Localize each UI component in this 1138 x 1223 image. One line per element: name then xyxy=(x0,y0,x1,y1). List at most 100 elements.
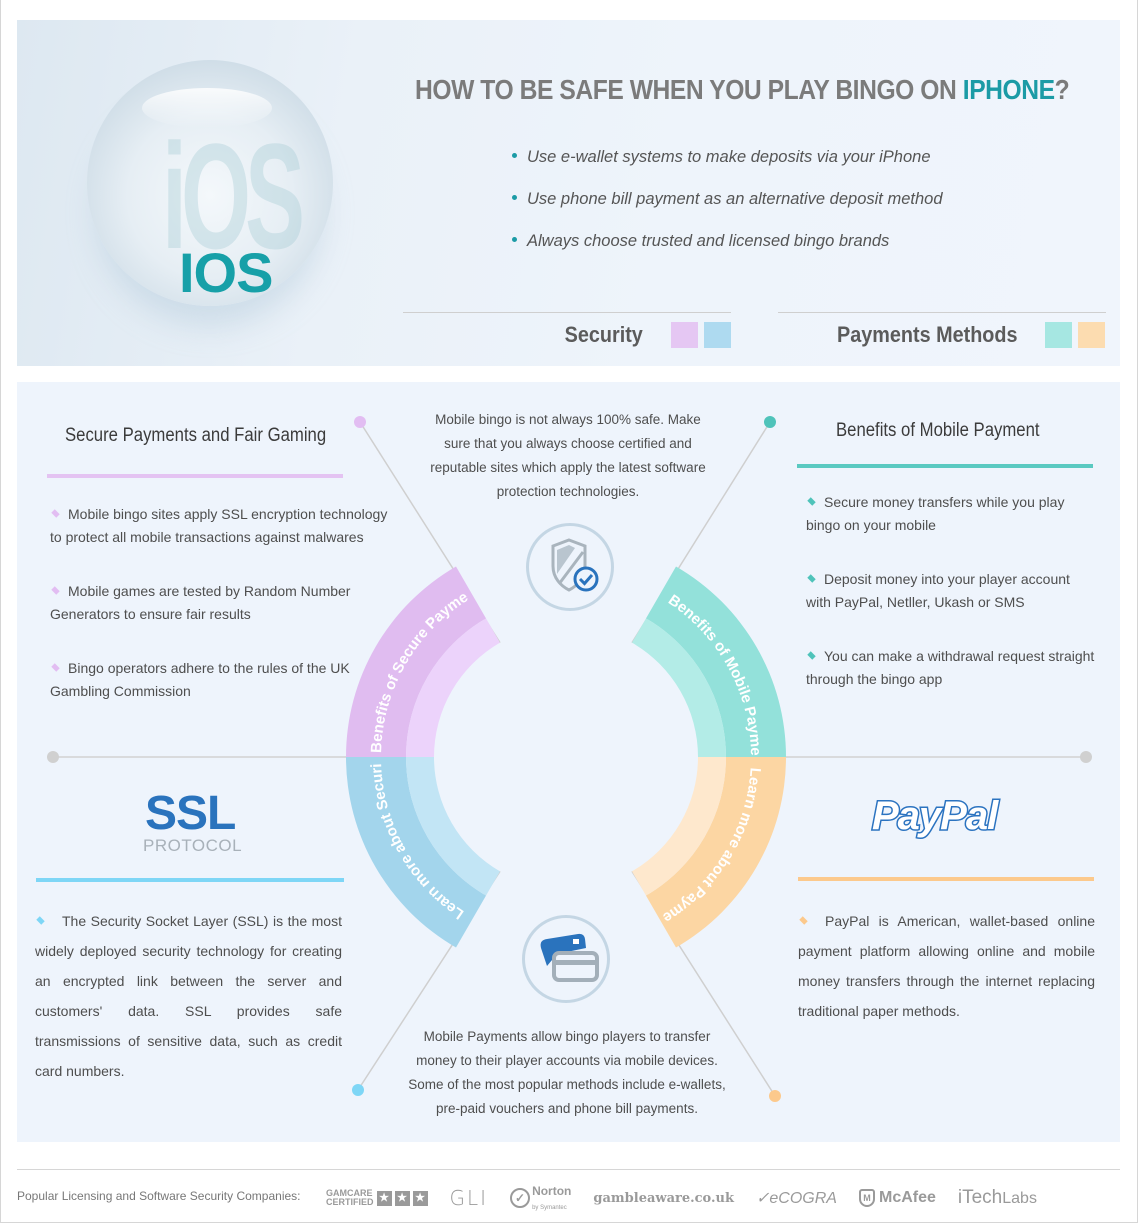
bullet-dot-icon xyxy=(512,237,517,243)
legend-swatch-orange xyxy=(1078,322,1105,348)
norton-text: Norton by Symantec xyxy=(532,1184,571,1212)
gambleaware-logo: gambleaware.co.uk xyxy=(593,1190,734,1206)
diamond-bullet-icon xyxy=(51,663,60,672)
ios-orb-graphic: iOS IOS xyxy=(87,60,333,306)
legend-security: Security xyxy=(556,322,731,348)
bullet-dot-icon xyxy=(512,153,517,159)
tip-text: Use phone bill payment as an alternative… xyxy=(527,190,943,208)
ecogra-check-icon: ✓ xyxy=(756,1190,770,1207)
orb-label: IOS xyxy=(179,241,273,304)
secure-payments-rule xyxy=(47,474,343,478)
ssl-text: The Security Socket Layer (SSL) is the m… xyxy=(35,913,342,1079)
diamond-bullet-icon xyxy=(51,509,60,518)
orb-shine xyxy=(142,88,272,128)
legend-divider xyxy=(778,312,1106,313)
hero-banner: iOS IOS HOW TO BE SAFE WHEN YOU PLAY BIN… xyxy=(17,20,1120,366)
itech-labs-text: Labs xyxy=(1002,1190,1037,1207)
hero-title-suffix: ? xyxy=(1054,74,1070,105)
item-text: Mobile bingo sites apply SSL encryption … xyxy=(50,506,388,545)
norton-logo: ✓ Norton by Symantec xyxy=(510,1184,571,1212)
diamond-bullet-icon xyxy=(807,651,816,660)
hero-title-accent: IPHONE xyxy=(962,74,1055,105)
legend-label: Security xyxy=(564,322,643,347)
tip-item: Always choose trusted and licensed bingo… xyxy=(512,230,943,272)
legend-payments: Payments Methods xyxy=(817,322,1105,348)
connector-dot-top-right xyxy=(764,416,776,428)
bullet-dot-icon xyxy=(512,195,517,201)
diamond-bullet-icon xyxy=(36,916,45,925)
legend-label: Payments Methods xyxy=(836,322,1017,347)
connector-dot-top-left xyxy=(354,416,366,428)
diamond-bullet-icon xyxy=(807,497,816,506)
mcafee-logo: M McAfee xyxy=(858,1189,936,1207)
mcafee-shield-icon: M xyxy=(858,1189,875,1207)
secure-payments-list: Mobile bingo sites apply SSL encryption … xyxy=(50,503,390,734)
legend-swatch-blue xyxy=(704,322,731,348)
mobile-payment-rule xyxy=(797,464,1093,468)
norton-check-icon: ✓ xyxy=(510,1188,531,1208)
diamond-bullet-icon xyxy=(799,916,808,925)
diamond-bullet-icon xyxy=(51,586,60,595)
main-infographic: Benefits of Secure PaymentsBenefits of M… xyxy=(17,382,1120,1142)
norton-name: Norton xyxy=(532,1184,572,1198)
shield-icon-badge xyxy=(526,523,614,611)
legend-divider xyxy=(403,312,731,313)
mobile-payment-title: Benefits of Mobile Payment xyxy=(836,420,1040,441)
safety-tips-list: Use e-wallet systems to make deposits vi… xyxy=(512,146,943,272)
paypal-text: PayPal is American, wallet-based online … xyxy=(798,913,1095,1019)
connector-dot-bottom-right xyxy=(769,1090,781,1102)
mcafee-text: McAfee xyxy=(878,1189,936,1206)
paypal-description: PayPal is American, wallet-based online … xyxy=(798,906,1095,1026)
gamcare-bottom: CERTIFIED xyxy=(326,1197,374,1207)
ecogra-text: eCOGRA xyxy=(769,1190,837,1207)
item-text: Bingo operators adhere to the rules of t… xyxy=(50,660,350,699)
gli-logo: GLI xyxy=(449,1186,489,1210)
legend-swatch-purple xyxy=(671,322,698,348)
mobile-payment-item: Deposit money into your player account w… xyxy=(806,568,1096,614)
center-top-text: Mobile bingo is not always 100% safe. Ma… xyxy=(430,412,706,499)
ssl-protocol-label: PROTOCOL xyxy=(143,836,243,855)
gamcare-logo: GAMCARE CERTIFIED ★ ★ ★ xyxy=(326,1189,428,1207)
secure-payments-item: Mobile bingo sites apply SSL encryption … xyxy=(50,503,390,549)
item-text: Deposit money into your player account w… xyxy=(806,571,1070,610)
legend-swatch-teal xyxy=(1045,322,1072,348)
paypal-rule xyxy=(798,877,1094,881)
itech-labs-logo: iTechLabs xyxy=(958,1187,1037,1209)
footer-label: Popular Licensing and Software Security … xyxy=(17,1189,301,1203)
connector-dot-right xyxy=(1080,751,1092,763)
partner-logos: GAMCARE CERTIFIED ★ ★ ★ GLI ✓ Norton by Syma… xyxy=(326,1184,1037,1212)
center-bottom-text: Mobile Payments allow bingo players to t… xyxy=(408,1029,726,1116)
secure-payments-item: Bingo operators adhere to the rules of t… xyxy=(50,657,390,703)
tip-item: Use phone bill payment as an alternative… xyxy=(512,188,943,230)
mobile-payment-item: Secure money transfers while you play bi… xyxy=(806,491,1096,537)
star-icon: ★ xyxy=(412,1190,428,1206)
star-icon: ★ xyxy=(376,1190,392,1206)
ssl-logo: SSL xyxy=(145,787,236,840)
star-icon: ★ xyxy=(394,1190,410,1206)
connector-dot-left xyxy=(47,751,59,763)
tip-item: Use e-wallet systems to make deposits vi… xyxy=(512,146,943,188)
hero-title-prefix: HOW TO BE SAFE WHEN YOU PLAY BINGO ON xyxy=(415,74,963,105)
item-text: Secure money transfers while you play bi… xyxy=(806,494,1065,533)
norton-sub: by Symantec xyxy=(532,1205,567,1211)
mobile-payment-item: You can make a withdrawal request straig… xyxy=(806,645,1096,691)
shield-check-icon xyxy=(551,538,599,592)
secure-payments-item: Mobile games are tested by Random Number… xyxy=(50,580,390,626)
itech-text: iTech xyxy=(957,1187,1003,1208)
gamcare-text: GAMCARE CERTIFIED xyxy=(326,1189,374,1207)
connector-dot-bottom-left xyxy=(352,1084,364,1096)
ssl-description: The Security Socket Layer (SSL) is the m… xyxy=(35,906,342,1086)
item-text: Mobile games are tested by Random Number… xyxy=(50,583,351,622)
ssl-rule xyxy=(36,878,344,882)
secure-payments-title: Secure Payments and Fair Gaming xyxy=(65,425,327,446)
paypal-logo: PayPal xyxy=(870,793,999,840)
item-text: You can make a withdrawal request straig… xyxy=(806,648,1095,687)
hero-title: HOW TO BE SAFE WHEN YOU PLAY BINGO ON IP… xyxy=(415,74,1070,106)
tip-text: Use e-wallet systems to make deposits vi… xyxy=(527,148,931,166)
mobile-payment-list: Secure money transfers while you play bi… xyxy=(806,491,1096,722)
footer-divider xyxy=(17,1169,1120,1170)
tip-text: Always choose trusted and licensed bingo… xyxy=(527,232,890,250)
diamond-bullet-icon xyxy=(807,574,816,583)
credit-card-icon-badge xyxy=(522,915,610,1003)
ecogra-logo: ✓eCOGRA xyxy=(756,1188,837,1208)
